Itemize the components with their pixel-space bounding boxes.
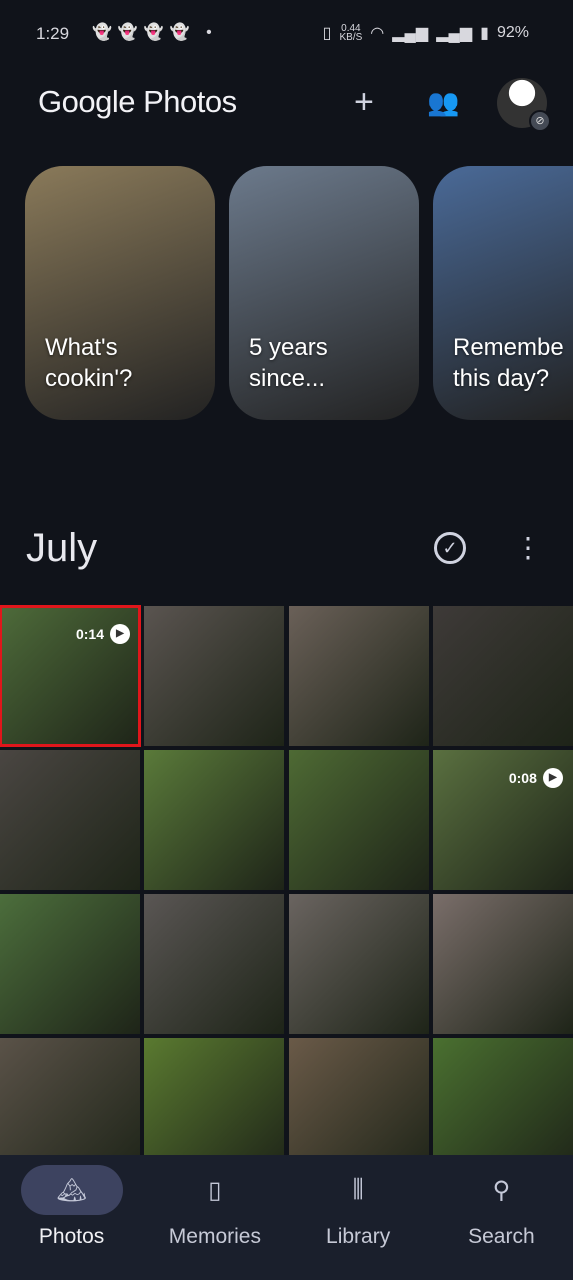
month-heading: July [26,526,98,570]
nav-label: Library [326,1225,391,1248]
app-header: Google Photos + 👥 ⊘ [0,78,573,132]
more-vert-icon[interactable]: ⋮ [514,530,542,566]
select-check-icon[interactable]: ✓ [434,532,466,564]
nav-label: Photos [38,1225,105,1248]
signal-icon-2: ▂▄▆ [436,25,473,42]
memories-carousel: What's cookin'? 5 years since... Remembe t… [25,166,573,420]
wifi-icon: ◠ [370,25,385,42]
photo-thumbnail[interactable] [144,894,285,1034]
plus-icon[interactable]: + [354,84,374,120]
photo-thumbnail[interactable] [144,750,285,890]
play-icon: ▶ [110,624,130,644]
memory-label: Remembe this day? [453,334,564,392]
vibrate-icon: ▯ [322,25,332,42]
backup-off-icon: ⊘ [529,110,551,132]
battery-icon: ▮ [480,25,489,42]
nav-item-photos[interactable]: 🏔 Photos [0,1155,143,1280]
photo-thumbnail[interactable] [432,894,573,1034]
avatar[interactable]: ⊘ [497,78,551,132]
play-icon: ▶ [542,768,563,788]
nav-label: Memories [168,1225,261,1248]
video-thumbnail[interactable]: 0:08 ▶ [432,750,573,890]
duration-text: 0:08 [508,770,537,786]
battery-level: 92% [496,24,529,41]
photo-thumbnail[interactable] [0,750,140,890]
video-duration: 0:14 ▶ [76,624,130,644]
memory-label: 5 years since... [249,334,328,392]
memory-label: What's cookin'? [45,334,133,392]
nav-label: Search [468,1225,535,1248]
duration-text: 0:14 [75,626,104,642]
search-icon: ⚲ [492,1176,511,1204]
app-title: Google Photos [38,84,237,119]
photo-thumbnail[interactable] [288,750,429,890]
nav-item-search[interactable]: ⚲ Search [430,1155,573,1280]
memory-card[interactable]: Remembe this day? [433,166,573,420]
photo-thumbnail[interactable] [0,894,140,1034]
speed-unit: KB/S [339,32,363,43]
people-icon[interactable]: 👥 [427,84,459,120]
status-icons: ▯ 0.44 KB/S ◠ ▂▄▆ ▂▄▆ ▮ 92% [323,23,529,43]
clock: 1:29 [36,24,70,43]
memory-card[interactable]: What's cookin'? [25,166,215,420]
video-duration: 0:08 ▶ [509,768,563,788]
photo-thumbnail[interactable] [288,894,429,1034]
photo-icon: 🏔 [56,1176,87,1204]
photo-thumbnail[interactable] [144,606,285,746]
nav-item-memories[interactable]: ▯ Memories [143,1155,286,1280]
nav-item-library[interactable]: ⫼ Library [287,1155,430,1280]
signal-icon: ▂▄▆ [392,25,429,42]
memories-icon: ▯ [208,1176,222,1204]
video-thumbnail[interactable]: 0:14 ▶ [0,605,141,747]
status-bar: 1:29 👻👻👻👻 • ▯ 0.44 KB/S ◠ ▂▄▆ ▂▄▆ ▮ 92% [0,0,573,66]
bottom-nav: 🏔 Photos ▯ Memories ⫼ Library ⚲ Search [0,1155,573,1280]
library-icon: ⫼ [352,1176,364,1203]
photo-thumbnail[interactable] [432,606,573,746]
memory-card[interactable]: 5 years since... [229,166,419,420]
photo-thumbnail[interactable] [288,606,429,746]
snapchat-icon: 👻👻👻👻 • [92,24,218,41]
photo-grid: 0:14 ▶ 0:08 ▶ [0,605,573,1178]
